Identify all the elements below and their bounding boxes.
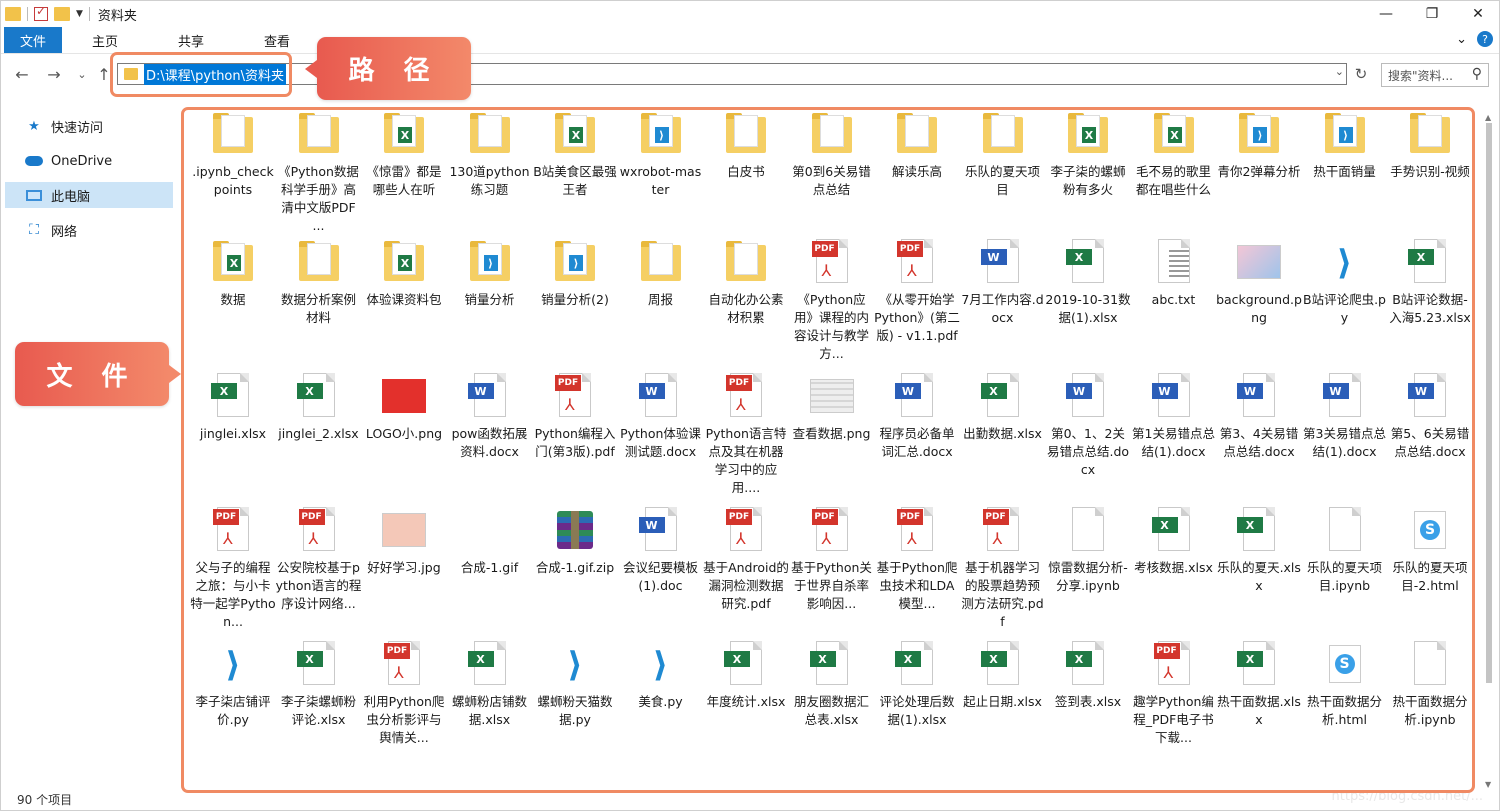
path-highlight-box <box>110 52 292 97</box>
divider <box>27 7 28 21</box>
status-item-count: 90 个项目 <box>17 793 73 807</box>
search-input[interactable]: 搜索"资料... ⚲ <box>1381 63 1489 87</box>
files-highlight-box <box>181 107 1475 793</box>
sidebar-item-label: 快速访问 <box>51 120 104 136</box>
navigation-pane: ★ 快速访问 OneDrive 此电脑 ⛶ 网络 <box>1 109 179 769</box>
scrollbar-thumb[interactable] <box>1486 123 1492 683</box>
vertical-scrollbar[interactable]: ▲ ▼ <box>1483 113 1495 789</box>
restore-button[interactable]: ❐ <box>1409 1 1455 27</box>
divider <box>88 7 90 21</box>
computer-icon <box>25 188 43 202</box>
sidebar-item-label: 此电脑 <box>51 189 91 205</box>
window-controls: — ❐ ✕ <box>1363 1 1499 27</box>
refresh-button[interactable]: ↻ <box>1351 63 1371 85</box>
file-explorer-window: ▼ 资料夹 — ❐ ✕ 文件 主页 共享 查看 ⌄ ? ← → ⌄ ↑ D:\课… <box>0 0 1500 811</box>
tab-view[interactable]: 查看 <box>234 27 320 53</box>
folder-icon[interactable] <box>5 7 21 21</box>
forward-button[interactable]: → <box>43 63 65 85</box>
title-bar: ▼ 资料夹 — ❐ ✕ <box>1 1 1499 27</box>
close-button[interactable]: ✕ <box>1455 1 1499 27</box>
star-icon: ★ <box>28 118 40 134</box>
scroll-up-icon[interactable]: ▲ <box>1485 113 1491 122</box>
customize-toolbar-dropdown-icon[interactable]: ▼ <box>76 9 83 19</box>
sidebar-item-label: OneDrive <box>51 153 113 169</box>
address-dropdown-icon[interactable]: ⌄ <box>1335 65 1344 78</box>
minimize-button[interactable]: — <box>1363 1 1409 27</box>
ribbon-help-area: ⌄ ? <box>1456 31 1493 47</box>
recent-locations-icon[interactable]: ⌄ <box>71 63 93 85</box>
sidebar-item-onedrive[interactable]: OneDrive <box>5 148 173 174</box>
files-callout: 文 件 <box>15 342 181 406</box>
help-icon[interactable]: ? <box>1477 31 1493 47</box>
tab-share[interactable]: 共享 <box>148 27 234 53</box>
quick-access-toolbar: ▼ <box>5 4 90 21</box>
scroll-down-icon[interactable]: ▼ <box>1485 780 1491 789</box>
window-title: 资料夹 <box>97 8 137 24</box>
sidebar-item-label: 网络 <box>51 224 78 240</box>
sidebar-item-quick-access[interactable]: ★ 快速访问 <box>5 113 173 139</box>
cloud-icon <box>25 154 43 168</box>
sidebar-item-this-pc[interactable]: 此电脑 <box>5 182 173 208</box>
tab-home[interactable]: 主页 <box>62 27 148 53</box>
sidebar-item-network[interactable]: ⛶ 网络 <box>5 217 173 243</box>
new-folder-icon[interactable] <box>54 7 70 21</box>
address-bar[interactable]: D:\课程\python\资料夹 ⌄ <box>117 63 1347 85</box>
search-icon[interactable]: ⚲ <box>1472 66 1482 82</box>
ribbon-tabs: 文件 主页 共享 查看 ⌄ ? <box>1 27 1499 54</box>
network-icon: ⛶ <box>29 222 39 238</box>
back-button[interactable]: ← <box>11 63 33 85</box>
expand-ribbon-icon[interactable]: ⌄ <box>1456 32 1467 47</box>
tab-file[interactable]: 文件 <box>4 27 62 53</box>
search-placeholder: 搜索"资料... <box>1388 68 1453 83</box>
properties-icon[interactable] <box>34 4 48 21</box>
path-callout: 路 径 <box>305 37 471 100</box>
